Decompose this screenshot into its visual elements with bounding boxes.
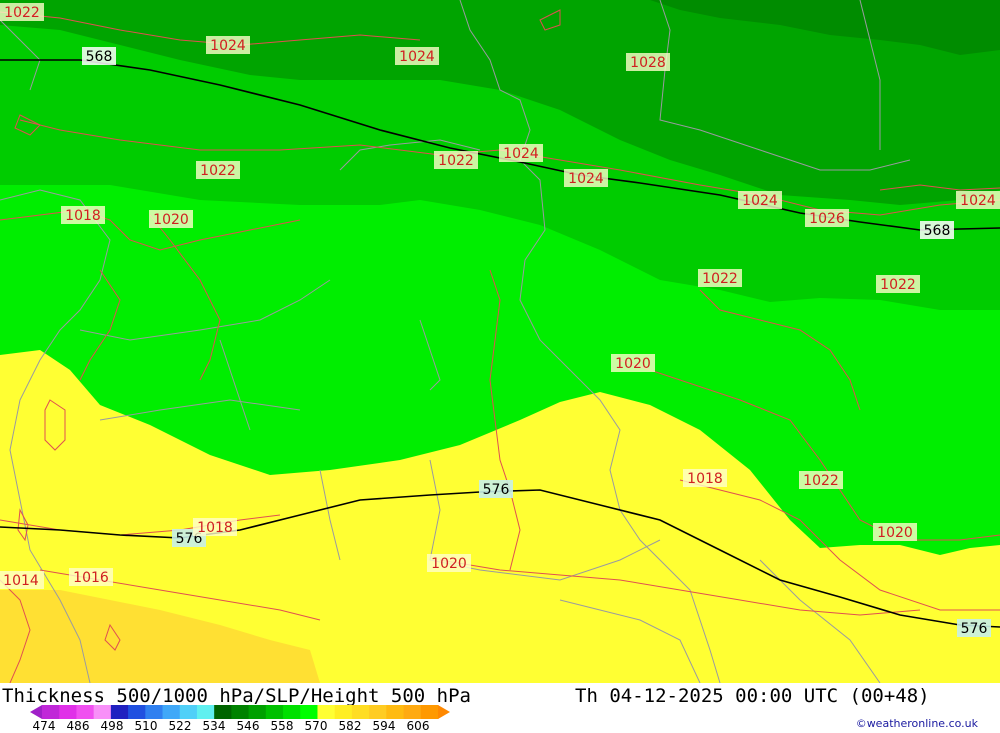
colorbar-label: 606 — [406, 719, 430, 733]
pressure-label: 1018 — [683, 469, 727, 487]
svg-text:576: 576 — [961, 621, 988, 637]
svg-text:576: 576 — [483, 482, 510, 498]
svg-text:1022: 1022 — [880, 277, 916, 293]
colorbar-swatch — [231, 705, 250, 719]
colorbar-swatch — [76, 705, 95, 719]
pressure-label: 1016 — [69, 568, 113, 586]
colorbar-label: 534 — [202, 719, 226, 733]
pressure-label: 1022 — [0, 3, 44, 21]
pressure-label: 1028 — [626, 53, 670, 71]
colorbar-swatch — [351, 705, 370, 719]
colorbar-swatch — [93, 705, 112, 719]
colorbar-swatch — [334, 705, 353, 719]
colorbar-swatch — [128, 705, 146, 719]
pressure-label: 1020 — [427, 554, 471, 572]
colorbar-labels: 474 486 498 510 522 534 546 558 570 582 594 606 — [0, 719, 520, 733]
pressure-label: 1020 — [149, 210, 193, 228]
svg-text:568: 568 — [924, 223, 951, 239]
pressure-label: 1020 — [611, 354, 655, 372]
svg-text:1022: 1022 — [803, 473, 839, 489]
svg-text:1024: 1024 — [210, 38, 246, 54]
svg-text:1022: 1022 — [702, 271, 738, 287]
colorbar-label: 546 — [236, 719, 260, 733]
colorbar-swatch — [438, 705, 450, 719]
valid-time: Th 04-12-2025 00:00 UTC (00+48) — [575, 685, 930, 707]
pressure-label: 1024 — [206, 36, 250, 54]
colorbar-swatch — [110, 705, 129, 719]
svg-text:1018: 1018 — [197, 520, 233, 536]
thickness-label: 568 — [920, 221, 954, 239]
colorbar-swatch — [420, 705, 439, 719]
map-footer: Thickness 500/1000 hPa/SLP/Height 500 hP… — [0, 683, 1000, 733]
svg-text:1028: 1028 — [630, 55, 666, 71]
pressure-label: 1024 — [956, 191, 1000, 209]
colorbar-label: 498 — [100, 719, 124, 733]
svg-text:1022: 1022 — [200, 163, 236, 179]
colorbar-swatch — [386, 705, 405, 719]
colorbar-swatch — [42, 705, 60, 719]
colorbar-swatch — [317, 705, 336, 719]
colorbar-swatch — [162, 705, 181, 719]
colorbar-label: 570 — [304, 719, 328, 733]
colorbar-swatch — [283, 705, 301, 719]
map-canvas: 568 568 576 576 576 1022 1024 1024 1028 … — [0, 0, 1000, 684]
svg-text:1024: 1024 — [960, 193, 996, 209]
colorbar-label: 486 — [66, 719, 90, 733]
colorbar-label: 510 — [134, 719, 158, 733]
pressure-label: 1022 — [434, 151, 478, 169]
colorbar-swatch — [214, 705, 232, 719]
colorbar-label: 582 — [338, 719, 362, 733]
svg-text:1014: 1014 — [3, 573, 39, 589]
svg-text:1018: 1018 — [687, 471, 723, 487]
colorbar-swatch — [145, 705, 164, 719]
svg-text:568: 568 — [86, 49, 113, 65]
pressure-label: 1018 — [193, 518, 237, 536]
pressure-label: 1026 — [805, 209, 849, 227]
svg-text:1020: 1020 — [615, 356, 651, 372]
svg-text:1026: 1026 — [809, 211, 845, 227]
svg-text:1022: 1022 — [4, 5, 40, 21]
colorbar-label: 594 — [372, 719, 396, 733]
pressure-label: 1022 — [698, 269, 742, 287]
colorbar-label: 558 — [270, 719, 294, 733]
pressure-label: 1024 — [499, 144, 543, 162]
svg-text:1018: 1018 — [65, 208, 101, 224]
svg-text:1024: 1024 — [742, 193, 778, 209]
pressure-label: 1022 — [876, 275, 920, 293]
colorbar-swatch — [300, 705, 318, 719]
colorbar-swatch — [265, 705, 284, 719]
pressure-label: 1024 — [395, 47, 439, 65]
colorbar-swatch — [196, 705, 215, 719]
svg-text:1022: 1022 — [438, 153, 474, 169]
pressure-label: 1024 — [564, 169, 608, 187]
colorbar-swatch — [369, 705, 387, 719]
colorbar-swatch — [248, 705, 267, 719]
svg-text:1024: 1024 — [399, 49, 435, 65]
svg-text:1020: 1020 — [877, 525, 913, 541]
colorbar — [30, 705, 450, 719]
colorbar-label: 522 — [168, 719, 192, 733]
thickness-label: 576 — [957, 619, 991, 637]
weather-map: 568 568 576 576 576 1022 1024 1024 1028 … — [0, 0, 1000, 684]
credit-link[interactable]: ©weatheronline.co.uk — [856, 717, 978, 730]
svg-text:1024: 1024 — [503, 146, 539, 162]
pressure-label: 1014 — [0, 571, 44, 589]
svg-text:1024: 1024 — [568, 171, 604, 187]
colorbar-swatch — [403, 705, 422, 719]
svg-text:1016: 1016 — [73, 570, 109, 586]
pressure-label: 1022 — [196, 161, 240, 179]
colorbar-label: 474 — [32, 719, 56, 733]
thickness-label: 568 — [82, 47, 116, 65]
pressure-label: 1024 — [738, 191, 782, 209]
svg-text:1020: 1020 — [153, 212, 189, 228]
pressure-label: 1018 — [61, 206, 105, 224]
thickness-label: 576 — [479, 480, 513, 498]
colorbar-swatch — [59, 705, 77, 719]
map-title: Thickness 500/1000 hPa/SLP/Height 500 hP… — [2, 685, 471, 707]
colorbar-swatch — [30, 705, 42, 719]
colorbar-swatch — [179, 705, 198, 719]
pressure-label: 1022 — [799, 471, 843, 489]
svg-text:1020: 1020 — [431, 556, 467, 572]
pressure-label: 1020 — [873, 523, 917, 541]
